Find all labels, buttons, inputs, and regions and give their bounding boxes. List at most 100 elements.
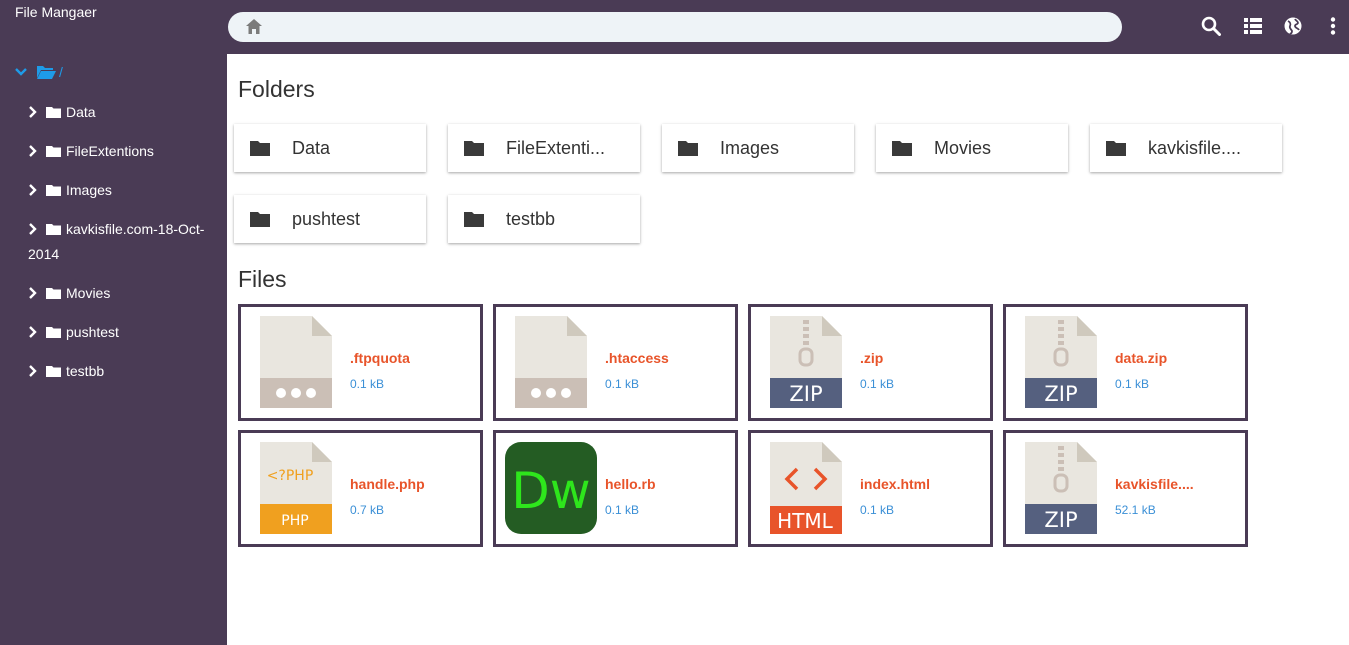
chevron-right-icon[interactable] — [28, 223, 38, 235]
folder-name: pushtest — [292, 208, 361, 229]
folder-card-movies[interactable]: Movies — [876, 124, 1068, 172]
zip-badge-text: ZIP — [1044, 508, 1077, 532]
file-name: handle.php — [350, 476, 425, 492]
folder-icon — [464, 212, 484, 227]
php-file-icon: <?PHP PHP — [260, 442, 332, 534]
tree-item-testbb[interactable]: testbb — [28, 359, 218, 384]
folder-icon — [250, 212, 270, 227]
folder-icon — [892, 141, 912, 156]
file-size: 0.1 kB — [1115, 377, 1150, 391]
chevron-right-icon[interactable] — [28, 184, 38, 196]
tree-item-movies[interactable]: Movies — [28, 281, 218, 306]
folder-icon — [46, 107, 61, 118]
tree-item-label: FileExtentions — [66, 143, 154, 159]
path-bar[interactable] — [228, 12, 1122, 42]
folder-card-fileextentions[interactable]: FileExtenti... — [448, 124, 640, 172]
chevron-right-icon[interactable] — [28, 106, 38, 118]
folder-icon — [46, 327, 61, 338]
folder-card-pushtest[interactable]: pushtest — [234, 195, 426, 243]
dreamweaver-icon: Dw — [505, 442, 597, 534]
zip-file-icon: ZIP — [1025, 442, 1097, 534]
folder-icon — [464, 141, 484, 156]
folder-name: Movies — [934, 137, 992, 158]
file-card-hello-rb[interactable]: Dw hello.rb 0.1 kB — [493, 430, 738, 547]
folder-icon — [46, 185, 61, 196]
folder-icon — [46, 366, 61, 377]
tree-item-kavkisfile[interactable]: kavkisfile.com-18-Oct-2014 — [28, 217, 218, 267]
tree-item-data[interactable]: Data — [28, 100, 218, 125]
file-card-kavkisfile-zip[interactable]: ZIP kavkisfile.... 52.1 kB — [1003, 430, 1248, 547]
zip-badge-text: ZIP — [789, 382, 822, 406]
chevron-right-icon[interactable] — [28, 287, 38, 299]
chevron-right-icon[interactable] — [28, 145, 38, 157]
folder-card-images[interactable]: Images — [662, 124, 854, 172]
folder-card-data[interactable]: Data — [234, 124, 426, 172]
file-size: 0.7 kB — [350, 503, 385, 517]
folder-icon — [678, 141, 698, 156]
tree-root-label: / — [59, 64, 63, 80]
files-heading: Files — [238, 266, 287, 292]
file-size: 0.1 kB — [605, 377, 640, 391]
chevron-down-icon[interactable] — [14, 65, 28, 79]
php-badge-text: PHP — [281, 513, 308, 529]
folder-open-icon — [37, 66, 56, 79]
folder-name: Data — [292, 137, 331, 158]
folders-heading: Folders — [238, 76, 315, 102]
folder-name: FileExtenti... — [506, 137, 606, 158]
file-size: 0.1 kB — [860, 377, 895, 391]
file-name: kavkisfile.... — [1115, 476, 1194, 492]
folder-icon — [46, 224, 61, 235]
file-name: hello.rb — [605, 476, 656, 492]
folder-name: Images — [720, 137, 780, 158]
file-size: 52.1 kB — [1115, 503, 1156, 517]
file-size: 0.1 kB — [350, 377, 385, 391]
zip-file-icon: ZIP — [770, 316, 842, 408]
folder-name: kavkisfile.... — [1148, 137, 1242, 158]
file-size: 0.1 kB — [860, 503, 895, 517]
file-card-data-zip[interactable]: ZIP data.zip 0.1 kB — [1003, 304, 1248, 421]
file-name: .zip — [860, 350, 884, 366]
html-badge-text: HTML — [777, 509, 834, 533]
tree-item-label: testbb — [66, 363, 105, 379]
tree-root[interactable]: / — [14, 64, 63, 80]
file-card-zip[interactable]: ZIP .zip 0.1 kB — [748, 304, 993, 421]
file-card-index-html[interactable]: HTML index.html 0.1 kB — [748, 430, 993, 547]
html-file-icon: HTML — [770, 442, 842, 534]
file-name: index.html — [860, 476, 931, 492]
tree-item-label: pushtest — [66, 324, 119, 340]
tree-item-fileextentions[interactable]: FileExtentions — [28, 139, 218, 164]
globe-icon[interactable] — [1283, 16, 1303, 36]
file-name: .ftpquota — [350, 350, 410, 366]
generic-file-icon — [515, 316, 587, 408]
file-name: data.zip — [1115, 350, 1168, 366]
tree-item-pushtest[interactable]: pushtest — [28, 320, 218, 345]
chevron-right-icon[interactable] — [28, 326, 38, 338]
folder-icon — [46, 146, 61, 157]
folder-icon — [250, 141, 270, 156]
file-card-htaccess[interactable]: .htaccess 0.1 kB — [493, 304, 738, 421]
zip-file-icon: ZIP — [1025, 316, 1097, 408]
folder-card-testbb[interactable]: testbb — [448, 195, 640, 243]
more-vertical-icon[interactable] — [1323, 16, 1343, 36]
home-icon[interactable] — [245, 18, 263, 35]
dw-logo-text: Dw — [511, 462, 590, 520]
tree-item-label: Movies — [66, 285, 111, 301]
tree-item-label: Images — [66, 182, 112, 198]
folder-icon — [46, 288, 61, 299]
file-card-handle-php[interactable]: <?PHP PHP handle.php 0.7 kB — [238, 430, 483, 547]
folder-name: testbb — [506, 208, 556, 229]
zip-badge-text: ZIP — [1044, 382, 1077, 406]
file-name: .htaccess — [605, 350, 669, 366]
file-size: 0.1 kB — [605, 503, 640, 517]
tree-item-images[interactable]: Images — [28, 178, 218, 203]
search-icon[interactable] — [1201, 16, 1221, 36]
chevron-right-icon[interactable] — [28, 365, 38, 377]
file-card-ftpquota[interactable]: .ftpquota 0.1 kB — [238, 304, 483, 421]
tree-item-label: Data — [66, 104, 96, 120]
php-tag-text: <?PHP — [267, 468, 314, 484]
folder-icon — [1106, 141, 1126, 156]
list-view-icon[interactable] — [1243, 16, 1263, 36]
sidebar: File Mangaer / Data FileExtentions Image… — [0, 0, 227, 645]
generic-file-icon — [260, 316, 332, 408]
folder-card-kavkisfile[interactable]: kavkisfile.... — [1090, 124, 1282, 172]
